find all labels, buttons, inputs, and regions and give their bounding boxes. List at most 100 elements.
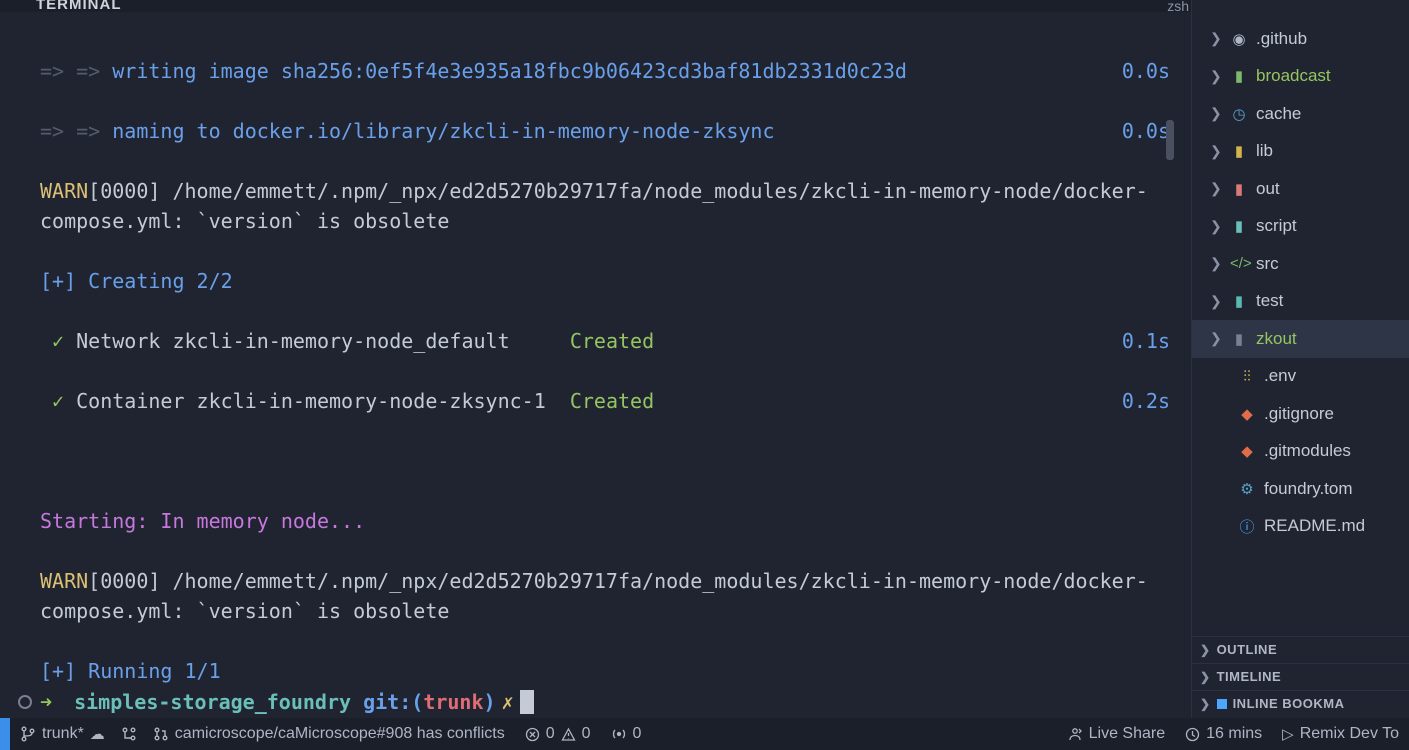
created-label: Created [570,329,654,353]
play-icon: ▷ [1282,725,1294,743]
term-time: 0.0s [1122,116,1170,146]
error-count: 0 [546,725,555,743]
prompt-git-end: ) [484,690,496,714]
chevron-right-icon: ❯ [1210,218,1222,235]
file-label: .env [1264,366,1296,386]
ports-status[interactable]: 0 [601,725,652,743]
status-bar: trunk* ☁ camicroscope/caMicroscope#908 h… [0,718,1409,750]
folder-icon: ▮ [1230,180,1248,198]
session-time[interactable]: 16 mins [1175,725,1272,743]
time-label: 16 mins [1206,725,1262,743]
live-share-icon [1067,726,1083,742]
chevron-right-icon: ❯ [1200,697,1211,711]
cloud-upload-icon: ☁ [90,725,105,743]
folder-label: cache [1256,104,1301,124]
folder-icon: ▮ [1230,330,1248,348]
bookmark-section[interactable]: ❯ INLINE BOOKMA [1192,690,1409,716]
warn-msg: [0000] /home/emmett/.npm/_npx/ed2d5270b2… [40,569,1148,623]
folder-lib[interactable]: ❯▮lib [1192,133,1409,171]
file-icon: ◆ [1238,405,1256,423]
chevron-right-icon: ❯ [1200,643,1211,657]
branch-icon [20,726,36,742]
warning-icon [561,727,576,742]
arrow-prefix: => => [40,59,112,83]
folder-icon: ▮ [1230,292,1248,310]
explorer-sidebar: ❯◉.github❯▮broadcast ❯ ◷ cache ❯▮lib ❯ ▮ out ❯ ▮ s… [1191,0,1409,718]
chevron-right-icon: ❯ [1210,293,1222,310]
file-label: README.md [1264,516,1365,536]
file-label: .gitmodules [1264,441,1351,461]
port-count: 0 [633,725,642,743]
file-.gitignore[interactable]: ◆ .gitignore [1192,395,1409,433]
folder-test[interactable]: ❯ ▮ test [1192,283,1409,321]
prompt-git: git:( [363,690,423,714]
warn-count: 0 [582,725,591,743]
folder-broadcast[interactable]: ❯▮broadcast [1192,58,1409,96]
folder-cache[interactable]: ❯ ◷ cache [1192,95,1409,133]
file-icon: ⫶⫶ [1238,368,1256,385]
folder-icon: ◷ [1230,105,1248,123]
terminal-scrollbar[interactable] [1166,120,1174,160]
warn-tag: WARN [40,569,88,593]
folder-label: src [1256,254,1279,274]
file-label: foundry.tom [1264,479,1353,499]
chevron-right-icon: ❯ [1210,105,1222,122]
timeline-section[interactable]: ❯ TIMELINE [1192,663,1409,689]
prompt-arrow: ➜ [40,690,52,714]
folder-icon: ▮ [1230,217,1248,235]
prompt-project: simples-storage_foundry [74,690,351,714]
live-share-status[interactable]: Live Share [1057,725,1176,743]
file-.gitmodules[interactable]: ◆.gitmodules [1192,433,1409,471]
timeline-label: TIMELINE [1217,669,1282,684]
live-share-label: Live Share [1089,725,1166,743]
file-icon: ⓘ [1238,516,1256,537]
warn-msg: [0000] /home/emmett/.npm/_npx/ed2d5270b2… [40,179,1148,233]
creating-line: [+] Creating 2/2 [40,269,233,293]
git-branch-status[interactable]: trunk* ☁ [10,725,115,743]
term-line: naming to docker.io/library/zkcli-in-mem… [112,119,774,143]
branch-name: trunk* [42,725,84,743]
folder-label: .github [1256,29,1307,49]
term-time: 0.2s [1122,386,1170,416]
term-line: writing image sha256:0ef5f4e3e935a18fbc9… [112,59,907,83]
file-icon: ⚙ [1238,480,1256,498]
terminal-output[interactable]: => => writing image sha256:0ef5f4e3e935a… [0,12,1176,718]
folder-label: test [1256,291,1283,311]
clock-icon [1185,727,1200,742]
chevron-right-icon: ❯ [1210,30,1222,47]
folder-src[interactable]: ❯ </> src [1192,245,1409,283]
prompt-branch: trunk [423,690,483,714]
chevron-right-icon: ❯ [1210,255,1222,272]
folder-zkout[interactable]: ❯▮zkout [1192,320,1409,358]
folder-.github[interactable]: ❯◉.github [1192,20,1409,58]
file-README.md[interactable]: ⓘ README.md [1192,508,1409,546]
folder-icon: </> [1230,255,1248,272]
file-foundry.tom[interactable]: ⚙ foundry.tom [1192,470,1409,508]
explorer-header[interactable] [1192,0,1409,14]
folder-label: zkout [1256,329,1297,349]
git-graph-icon[interactable] [115,726,143,742]
created-label: Created [570,389,654,413]
remote-indicator[interactable] [0,718,10,750]
folder-icon: ▮ [1230,67,1248,85]
folder-out[interactable]: ❯▮out [1192,170,1409,208]
outline-section[interactable]: ❯ OUTLINE [1192,636,1409,662]
arrow-prefix: => => [40,119,112,143]
file-.env[interactable]: ⫶⫶ .env [1192,358,1409,396]
folder-label: out [1256,179,1280,199]
shell-prompt[interactable]: ➜ simples-storage_foundry git:(trunk) ✗ [0,686,534,718]
folder-script[interactable]: ❯▮script [1192,208,1409,246]
folder-icon: ▮ [1230,142,1248,160]
pr-text: camicroscope/caMicroscope#908 has confli… [175,725,505,743]
outline-label: OUTLINE [1217,642,1278,657]
pull-request-status[interactable]: camicroscope/caMicroscope#908 has confli… [143,725,515,743]
problems-status[interactable]: 0 0 [515,725,601,743]
term-time: 0.1s [1122,326,1170,356]
chevron-right-icon: ❯ [1200,670,1211,684]
pr-icon [153,726,169,742]
starting-line: Starting: In memory node... [40,509,365,533]
net-line: Network zkcli-in-memory-node_default [64,329,510,353]
remix-dev[interactable]: ▷ Remix Dev To [1272,725,1409,743]
file-label: .gitignore [1264,404,1334,424]
cont-line: Container zkcli-in-memory-node-zksync-1 [64,389,546,413]
